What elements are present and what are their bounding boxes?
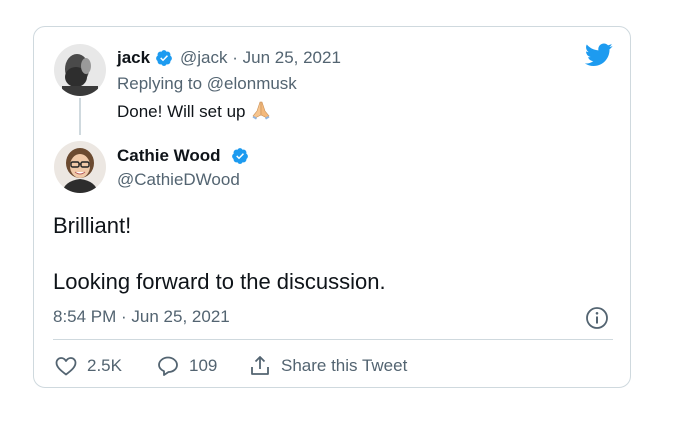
share-tweet-button[interactable]: Share this Tweet [248,353,407,379]
tweet-timestamp[interactable]: 8:54 PM · Jun 25, 2021 [53,307,230,327]
verified-badge-icon [156,50,172,66]
reply-handle-and-date: @jack · Jun 25, 2021 [180,48,341,68]
reply-count: 109 [189,356,218,375]
avatar-cathie-wood[interactable] [54,141,106,193]
actions-divider [53,339,613,340]
verified-badge-icon [232,148,248,164]
tweet-author-handle[interactable]: @CathieDWood [117,170,240,190]
reply-date[interactable]: Jun 25, 2021 [243,48,341,67]
replying-to-prefix: Replying to [117,74,203,93]
tweet-author-name[interactable]: Cathie Wood [117,146,221,166]
tweet-text-line-1: Brilliant! [53,213,132,238]
reply-bubble-icon [158,356,178,376]
reply-text: Done! Will set up [117,100,271,122]
share-icon [251,356,269,375]
twitter-bird-icon[interactable] [585,43,613,67]
praying-hands-emoji [252,101,269,120]
avatar-jack[interactable] [54,44,106,96]
replying-to-handle[interactable]: @elonmusk [207,74,297,93]
reply-handle[interactable]: @jack [180,48,228,67]
reply-author-name[interactable]: jack [117,48,150,68]
tweet-text-line-2: Looking forward to the discussion. [53,269,386,294]
like-button[interactable]: 2.5K [54,353,122,379]
reply-text-content: Done! Will set up [117,102,246,121]
separator-dot: · [227,48,243,67]
share-label: Share this Tweet [281,356,408,375]
info-icon[interactable] [585,306,609,330]
replying-to-line: Replying to @elonmusk [117,74,297,94]
reply-button[interactable]: 109 [156,353,217,379]
like-count: 2.5K [87,356,122,375]
heart-icon [55,357,77,376]
thread-connector-line [79,98,81,135]
embedded-tweet-card: jack @jack · Jun 25, 2021 Replying to @e… [33,26,631,388]
